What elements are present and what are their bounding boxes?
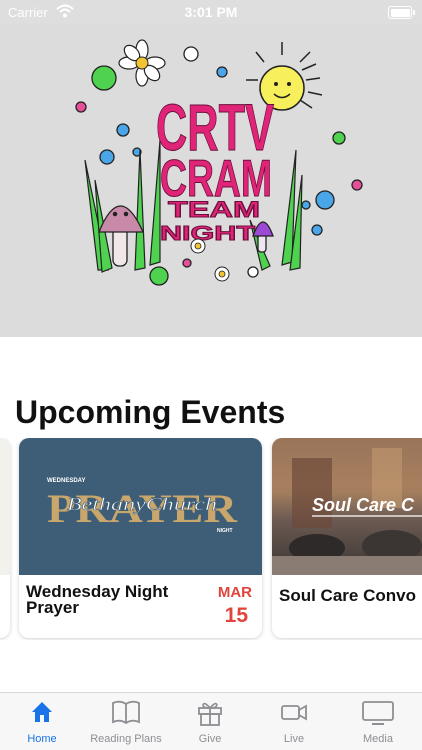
clock: 3:01 PM [184,4,238,20]
event-card[interactable]: WEDNESDAY PRAYER BethanyChurch NIGHT Wed… [19,438,262,638]
tab-bar: Home Reading Plans Give Live Media [0,692,422,750]
tab-reading-plans[interactable]: Reading Plans [84,693,168,750]
gift-icon [168,699,252,727]
tab-label: Home [27,733,57,745]
tab-label: Live [283,733,305,745]
tab-home[interactable]: Home [0,693,84,750]
soul-care-photo: Soul Care C [272,438,422,575]
svg-text:Soul Care C: Soul Care C [312,495,415,515]
event-image: Soul Care C [272,438,422,575]
tab-give[interactable]: Give [168,693,252,750]
prayer-artwork: WEDNESDAY PRAYER BethanyChurch NIGHT [47,478,238,534]
video-icon [252,699,336,727]
tab-media[interactable]: Media [336,693,420,750]
event-day: 15 [224,604,248,627]
battery-icon [388,6,415,19]
status-bar: Carrier 3:01 PM [0,0,422,24]
event-month: MAR [217,584,252,601]
tv-icon [336,699,420,727]
events-carousel[interactable]: WEDNESDAY PRAYER BethanyChurch NIGHT Wed… [0,438,422,640]
book-icon [84,699,168,727]
tab-label: Media [363,733,393,745]
section-title: Upcoming Events [15,394,286,430]
event-card[interactable]: Soul Care C Soul Care Convo [272,438,422,638]
event-title: Soul Care Convo [279,586,416,605]
event-image: WEDNESDAY PRAYER BethanyChurch NIGHT [19,438,262,575]
event-title: Wednesday Night Prayer [26,582,169,617]
home-icon [0,699,84,727]
svg-text:NIGHT: NIGHT [217,528,233,534]
daisy-doodle [118,39,166,87]
svg-text:BethanyChurch: BethanyChurch [67,494,217,514]
svg-text:TEAM: TEAM [168,197,260,222]
tab-label: Reading Plans [90,733,162,745]
svg-text:WEDNESDAY: WEDNESDAY [47,478,85,484]
tab-label: Give [198,733,222,745]
svg-text:NIGHT: NIGHT [160,223,255,245]
crtv-cram-team-night-logo: CRTV CRAM TEAM NIGHT [75,39,363,286]
tab-live[interactable]: Live [252,693,336,750]
event-card-partial[interactable] [0,438,10,638]
hero-banner[interactable]: CRTV CRAM TEAM NIGHT [0,0,422,337]
